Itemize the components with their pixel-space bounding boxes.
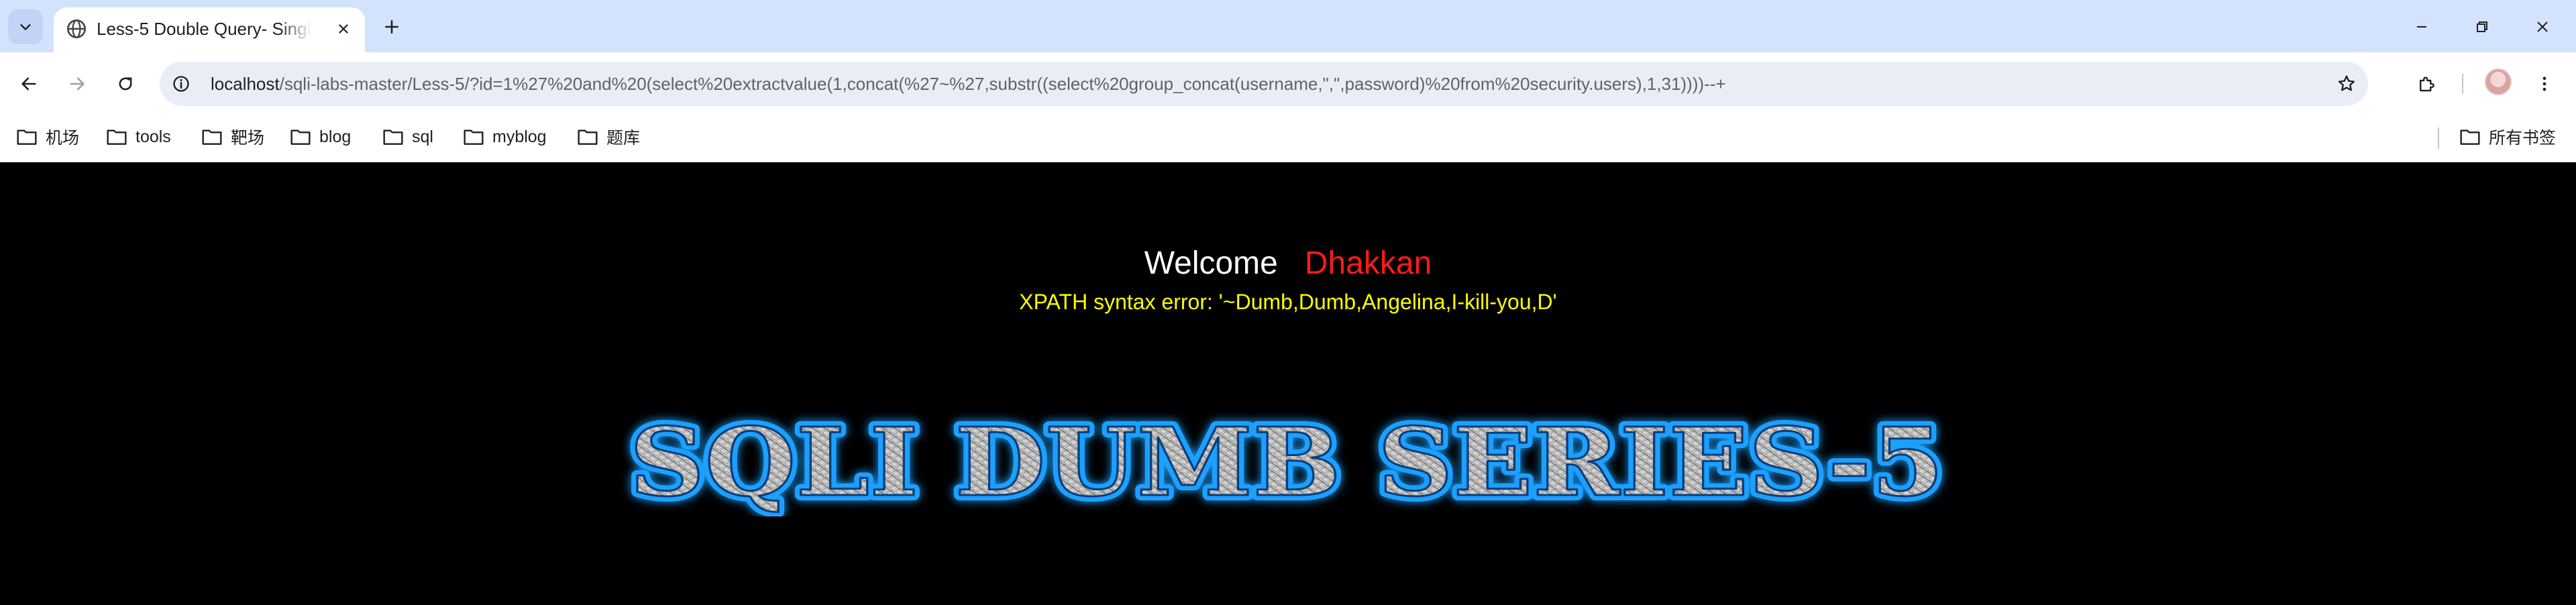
close-icon: [2537, 21, 2548, 32]
new-tab-button[interactable]: [378, 13, 405, 40]
toolbar: localhost/sqli-labs-master/Less-5/?id=1%…: [0, 52, 2576, 115]
extensions-button[interactable]: [2411, 68, 2442, 99]
minimize-button[interactable]: [2407, 12, 2436, 42]
bookmark-label: sql: [412, 127, 433, 146]
close-window-button[interactable]: [2528, 12, 2557, 42]
bookmark-folder-myblog[interactable]: myblog: [463, 122, 547, 152]
xpath-error-message: XPATH syntax error: '~Dumb,Dumb,Angelina…: [1019, 290, 1557, 314]
welcome-line: Welcome Dhakkan: [0, 245, 2576, 282]
info-icon: [173, 76, 189, 92]
folder-icon: [107, 129, 127, 145]
site-info-button[interactable]: [169, 72, 193, 96]
folder-icon: [383, 129, 403, 145]
forward-button[interactable]: [62, 68, 93, 99]
tab-search-button[interactable]: [8, 9, 43, 44]
reload-icon: [119, 77, 132, 91]
minimize-icon: [2417, 26, 2426, 28]
puzzle-icon: [2420, 76, 2434, 92]
bookmark-folder-blog[interactable]: blog: [290, 122, 351, 152]
bookmark-folder-sql[interactable]: sql: [382, 122, 433, 152]
folder-icon: [17, 129, 37, 145]
folder-icon: [464, 129, 484, 145]
arrow-right-icon: [70, 77, 85, 91]
tab-close-button[interactable]: [331, 17, 356, 41]
bookmark-star-button[interactable]: [2334, 72, 2359, 96]
banner-text: SQLI DUMB SERIES-5: [629, 408, 1944, 516]
folder-icon: [202, 129, 222, 145]
back-button[interactable]: [13, 68, 44, 99]
bookmark-folder-bachang[interactable]: 靶场: [201, 122, 264, 152]
tab-active[interactable]: Less-5 Double Query- Single Quotes- Stri…: [54, 7, 365, 52]
bookmark-folder-tiku[interactable]: 题库: [577, 122, 640, 152]
page-content: Welcome Dhakkan XPATH syntax error: '~Dum…: [0, 162, 2576, 605]
restore-button[interactable]: [2467, 12, 2497, 42]
bookmark-label: myblog: [492, 127, 547, 146]
arrow-left-icon: [21, 77, 36, 91]
all-bookmarks-button[interactable]: 所有书签: [2459, 122, 2556, 152]
bookmark-label: 靶场: [231, 129, 265, 148]
browser-window: Less-5 Double Query- Single Quotes- Stri…: [0, 0, 2576, 605]
tab-strip: Less-5 Double Query- Single Quotes- Stri…: [0, 0, 2576, 52]
plus-icon: [385, 20, 398, 34]
reload-button[interactable]: [110, 68, 141, 99]
bookmark-label: blog: [319, 127, 352, 146]
all-bookmarks-label: 所有书签: [2489, 129, 2557, 148]
toolbar-separator: [2462, 74, 2463, 94]
restore-icon: [2477, 21, 2487, 32]
close-icon: [339, 24, 348, 34]
globe-icon: [67, 19, 86, 38]
bookmark-folder-tools[interactable]: tools: [106, 122, 171, 152]
kebab-menu-icon: [2542, 76, 2546, 91]
bookmark-label: tools: [136, 127, 171, 146]
browser-menu-button[interactable]: [2529, 68, 2560, 99]
bookmarks-bar: 机场 tools 靶场 blog sql myblog 题库 所有书签: [0, 115, 2576, 162]
bookmark-folder-jichang[interactable]: 机场: [16, 122, 79, 152]
profile-avatar[interactable]: [2485, 68, 2512, 95]
folder-icon: [2460, 129, 2480, 145]
url-text: localhost/sqli-labs-master/Less-5/?id=1%…: [211, 73, 1726, 95]
url-host: localhost: [211, 74, 280, 94]
url-path: /sqli-labs-master/Less-5/?id=1%27%20and%…: [279, 74, 1726, 94]
folder-icon: [578, 129, 598, 145]
chevron-down-icon: [20, 24, 31, 30]
welcome-name: Dhakkan: [1304, 245, 1432, 281]
bookmark-label: 题库: [606, 129, 641, 148]
bookmark-label: 机场: [46, 129, 80, 148]
bookmarks-separator: [2438, 127, 2439, 149]
sqli-dumb-series-banner: SQLI DUMB SERIES-5 SQLI DUMB SERIES-5: [624, 402, 1949, 516]
welcome-word: Welcome: [1144, 245, 1278, 281]
tab-title: Less-5 Double Query- Single Quotes- Stri…: [97, 19, 311, 39]
folder-icon: [290, 129, 311, 145]
star-icon: [2338, 75, 2355, 91]
address-bar[interactable]: localhost/sqli-labs-master/Less-5/?id=1%…: [160, 62, 2368, 106]
